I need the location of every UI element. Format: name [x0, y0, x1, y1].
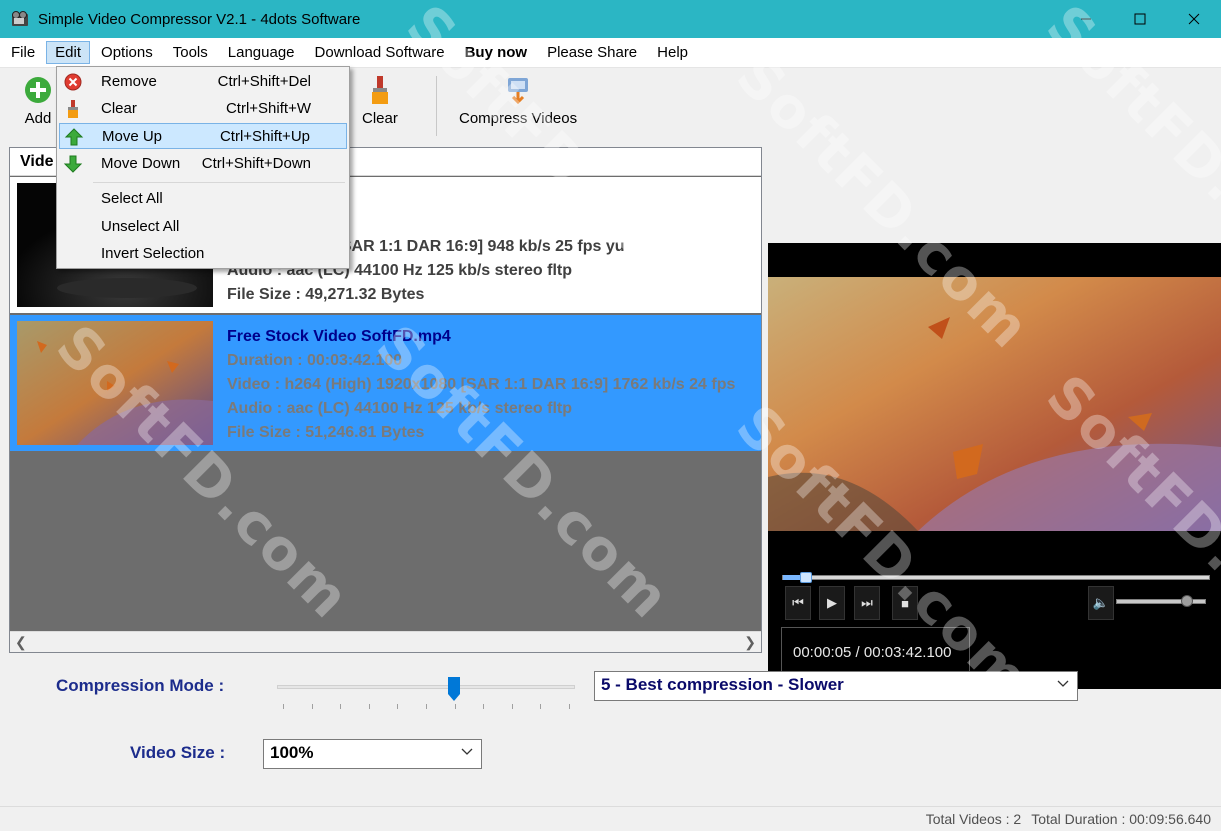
play-button[interactable]: ▶: [819, 586, 845, 620]
seek-handle[interactable]: [800, 572, 812, 583]
compress-videos-button[interactable]: Compress Videos: [459, 74, 577, 127]
scroll-left-icon[interactable]: ❮: [15, 634, 27, 651]
time-display: 00:00:05 / 00:03:42.100: [781, 627, 970, 677]
scroll-right-icon[interactable]: ❯: [744, 634, 756, 651]
brush-icon: [371, 76, 388, 104]
menu-separator: [93, 182, 345, 183]
compression-mode-value: 5 - Best compression - Slower: [601, 675, 844, 694]
brush-icon: [68, 100, 78, 118]
file-size: File Size : 49,271.32 Bytes: [227, 286, 425, 303]
close-icon: [1188, 13, 1200, 25]
menu-item-unselect-all[interactable]: Unselect All: [59, 214, 347, 240]
compression-slider[interactable]: [277, 676, 575, 710]
menu-item-move-down[interactable]: Move Down Ctrl+Shift+Down: [59, 151, 347, 177]
compression-mode-select[interactable]: 5 - Best compression - Slower: [594, 671, 1078, 701]
arrow-down-icon: [63, 155, 83, 173]
video-size-value: 100%: [270, 743, 314, 762]
title-bar: Simple Video Compressor V2.1 - 4dots Sof…: [0, 0, 1221, 38]
video-stream-info: Video : h264 (High) 1920x1080 [SAR 1:1 D…: [227, 376, 736, 393]
slider-tick: [369, 704, 370, 709]
toolbar-separator: [436, 76, 437, 136]
stop-icon: ■: [901, 595, 909, 611]
menu-buy-now[interactable]: Buy now: [456, 41, 537, 64]
maximize-icon: [1134, 13, 1146, 25]
slider-tick: [283, 704, 284, 709]
play-icon: ▶: [827, 595, 837, 610]
slider-track: [277, 685, 575, 689]
slider-tick: [512, 704, 513, 709]
menu-file[interactable]: File: [2, 41, 44, 64]
total-videos: Total Videos : 2: [925, 811, 1022, 827]
file-size: File Size : 51,246.81 Bytes: [227, 424, 425, 441]
menu-item-move-up[interactable]: Move Up Ctrl+Shift+Up: [59, 123, 347, 149]
volume-slider[interactable]: [1116, 595, 1206, 607]
slider-tick: [455, 704, 456, 709]
skip-forward-icon: ⏭: [861, 595, 873, 610]
speaker-icon: 🔈: [1092, 595, 1110, 610]
slider-tick: [569, 704, 570, 709]
minimize-icon: [1081, 18, 1091, 20]
video-player: ⏮ ▶ ⏭ ■ 🔈 00:00:05 / 00:03:42.100: [768, 243, 1221, 689]
compress-icon: [508, 78, 529, 105]
seek-bar[interactable]: [782, 572, 1210, 583]
compression-mode-label: Compression Mode :: [56, 676, 225, 695]
menu-bar: File Edit Options Tools Language Downloa…: [0, 38, 1221, 68]
slider-tick: [540, 704, 541, 709]
add-icon: [25, 77, 51, 103]
menu-item-invert-selection[interactable]: Invert Selection: [59, 241, 347, 267]
skip-back-icon: ⏮: [792, 595, 804, 610]
slider-tick: [312, 704, 313, 709]
video-name: Free Stock Video SoftFD.mp4: [227, 328, 451, 345]
slider-thumb[interactable]: [448, 677, 460, 701]
horizontal-scrollbar[interactable]: ❮ ❯: [10, 631, 761, 652]
menu-help[interactable]: Help: [648, 41, 697, 64]
maximize-button[interactable]: [1113, 0, 1167, 38]
remove-icon: [64, 73, 82, 91]
chevron-down-icon: [461, 748, 473, 755]
slider-tick: [397, 704, 398, 709]
status-bar: Total Videos : 2 Total Duration : 00:09:…: [0, 806, 1221, 831]
menu-item-remove[interactable]: Remove Ctrl+Shift+Del: [59, 69, 347, 95]
clear-toolbar-label: Clear: [362, 110, 398, 127]
clear-toolbar-button[interactable]: Clear: [362, 74, 398, 127]
chevron-down-icon: [1057, 680, 1069, 687]
stop-button[interactable]: ■: [892, 586, 918, 620]
video-thumbnail: [17, 321, 213, 445]
slider-tick: [426, 704, 427, 709]
video-size-select[interactable]: 100%: [263, 739, 482, 769]
slider-tick: [483, 704, 484, 709]
add-button[interactable]: Add: [22, 74, 54, 127]
total-duration: Total Duration : 00:09:56.640: [1031, 811, 1211, 827]
video-row[interactable]: Free Stock Video SoftFD.mp4 Duration : 0…: [10, 315, 761, 451]
menu-download-software[interactable]: Download Software: [306, 41, 454, 64]
menu-please-share[interactable]: Please Share: [538, 41, 646, 64]
menu-tools[interactable]: Tools: [164, 41, 217, 64]
next-button[interactable]: ⏭: [854, 586, 880, 620]
slider-tick: [340, 704, 341, 709]
arrow-up-icon: [64, 128, 84, 146]
menu-edit[interactable]: Edit: [46, 41, 91, 64]
minimize-button[interactable]: [1059, 0, 1113, 38]
film-reel-icon: [12, 11, 28, 26]
menu-item-clear[interactable]: Clear Ctrl+Shift+W: [59, 96, 347, 122]
edit-menu-dropdown: Remove Ctrl+Shift+Del Clear Ctrl+Shift+W…: [56, 66, 350, 269]
menu-item-select-all[interactable]: Select All: [59, 186, 347, 212]
close-button[interactable]: [1167, 0, 1221, 38]
menu-options[interactable]: Options: [92, 41, 162, 64]
video-duration: Duration : 00:03:42.100: [227, 352, 403, 369]
audio-stream-info: Audio : aac (LC) 44100 Hz 125 kb/s stere…: [227, 400, 572, 417]
volume-handle[interactable]: [1181, 595, 1193, 607]
mute-button[interactable]: 🔈: [1088, 586, 1114, 620]
menu-language[interactable]: Language: [219, 41, 304, 64]
video-preview-frame: [768, 277, 1221, 531]
video-size-label: Video Size :: [130, 743, 226, 762]
window-title: Simple Video Compressor V2.1 - 4dots Sof…: [38, 10, 361, 28]
compress-videos-label: Compress Videos: [459, 110, 578, 127]
add-label: Add: [24, 110, 52, 127]
previous-button[interactable]: ⏮: [785, 586, 811, 620]
